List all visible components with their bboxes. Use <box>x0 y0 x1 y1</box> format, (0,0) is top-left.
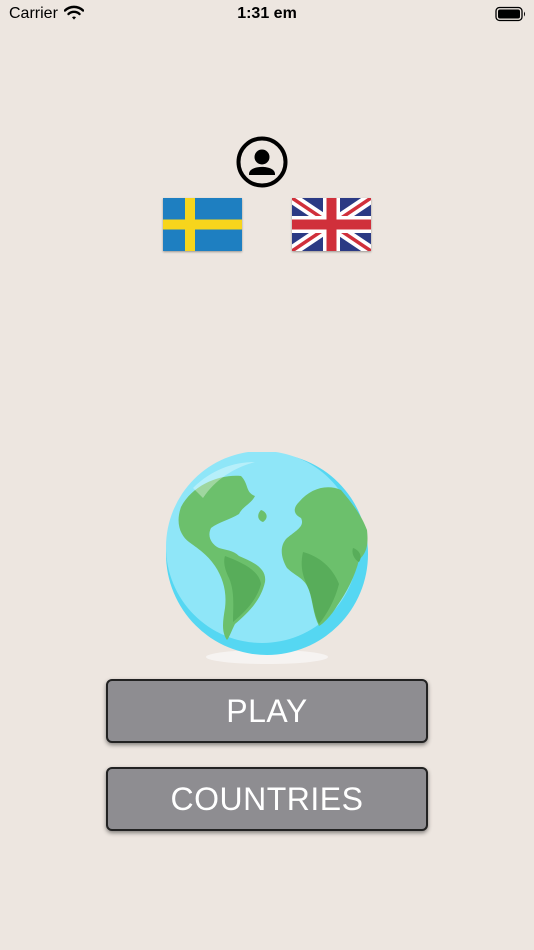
countries-button[interactable]: COUNTRIES <box>106 767 428 831</box>
uk-flag-icon[interactable] <box>288 193 375 256</box>
globe-icon <box>163 451 373 673</box>
clock: 1:31 em <box>237 5 297 22</box>
status-bar: Carrier 1:31 em <box>0 0 534 28</box>
battery-icon <box>495 6 527 27</box>
play-button[interactable]: PLAY <box>106 679 428 743</box>
sweden-flag-icon[interactable] <box>163 198 242 251</box>
user-circle-icon[interactable] <box>236 136 288 188</box>
